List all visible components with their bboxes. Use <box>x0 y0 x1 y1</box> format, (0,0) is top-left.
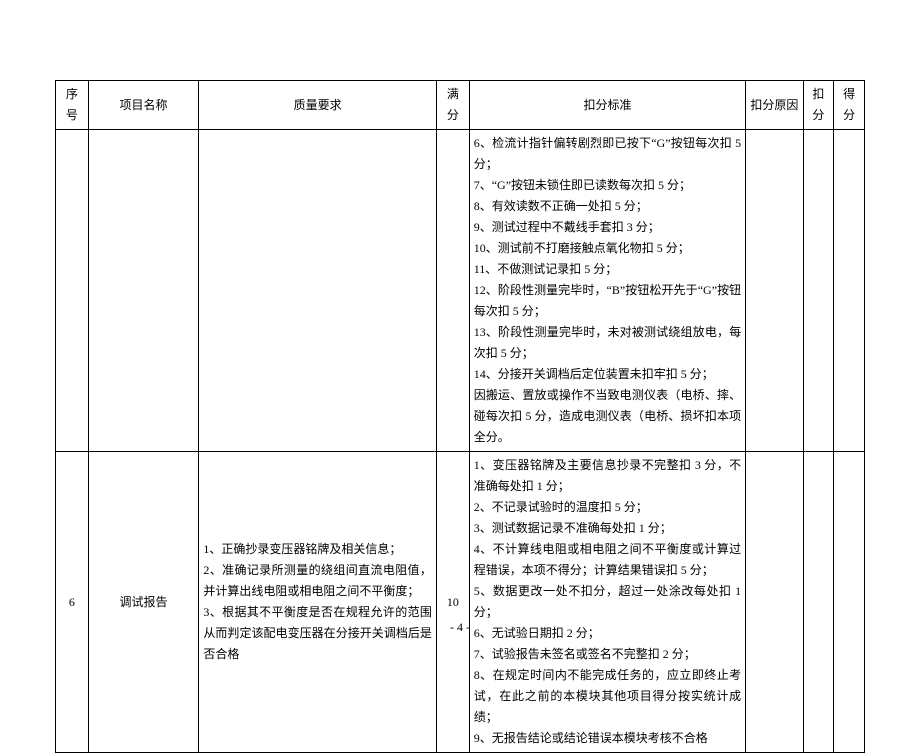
ded-item: 因搬运、置放或操作不当致电测仪表（电桥、摔、碰每次扣 5 分，造成电测仪表（电桥… <box>474 385 741 448</box>
cell-req: 1、正确抄录变压器铭牌及相关信息； 2、准确记录所测量的绕组间直流电阻值，并计算… <box>199 452 437 753</box>
cell-kf <box>803 452 834 753</box>
header-df: 得分 <box>834 81 865 130</box>
req-item: 1、正确抄录变压器铭牌及相关信息； <box>203 539 432 560</box>
header-ded: 扣分标准 <box>469 81 745 130</box>
cell-seq <box>56 130 89 452</box>
cell-df <box>834 130 865 452</box>
scoring-table: 序号 项目名称 质量要求 满分 扣分标准 扣分原因 扣分 得分 6、检流计指针偏… <box>55 80 865 753</box>
ded-item: 6、检流计指针偏转剧烈即已按下“G”按钮每次扣 5 分； <box>474 133 741 175</box>
ded-item: 13、阶段性测量完毕时，未对被测试绕组放电，每次扣 5 分； <box>474 322 741 364</box>
cell-full <box>436 130 469 452</box>
ded-item: 8、有效读数不正确一处扣 5 分； <box>474 196 741 217</box>
cell-kf <box>803 130 834 452</box>
table-row: 6、检流计指针偏转剧烈即已按下“G”按钮每次扣 5 分； 7、“G”按钮未锁住即… <box>56 130 865 452</box>
cell-name: 调试报告 <box>88 452 199 753</box>
cell-full: 10 <box>436 452 469 753</box>
req-item: 2、准确记录所测量的绕组间直流电阻值，并计算出线电阻或相电阻之间不平衡度； <box>203 560 432 602</box>
cell-name <box>88 130 199 452</box>
ded-item: 1、变压器铭牌及主要信息抄录不完整扣 3 分，不准确每处扣 1 分； <box>474 455 741 497</box>
ded-item: 7、试验报告未签名或签名不完整扣 2 分； <box>474 644 741 665</box>
cell-df <box>834 452 865 753</box>
header-kf: 扣分 <box>803 81 834 130</box>
ded-item: 2、不记录试验时的温度扣 5 分； <box>474 497 741 518</box>
cell-ded: 1、变压器铭牌及主要信息抄录不完整扣 3 分，不准确每处扣 1 分； 2、不记录… <box>469 452 745 753</box>
ded-item: 3、测试数据记录不准确每处扣 1 分； <box>474 518 741 539</box>
table-header-row: 序号 项目名称 质量要求 满分 扣分标准 扣分原因 扣分 得分 <box>56 81 865 130</box>
ded-item: 12、阶段性测量完毕时，“B”按钮松开先于“G”按钮每次扣 5 分； <box>474 280 741 322</box>
page-number: - 4 - <box>0 620 920 635</box>
ded-item: 9、测试过程中不戴线手套扣 3 分； <box>474 217 741 238</box>
ded-item: 14、分接开关调档后定位装置未扣牢扣 5 分； <box>474 364 741 385</box>
header-name: 项目名称 <box>88 81 199 130</box>
cell-seq: 6 <box>56 452 89 753</box>
ded-item: 11、不做测试记录扣 5 分； <box>474 259 741 280</box>
ded-item: 10、测试前不打磨接触点氧化物扣 5 分； <box>474 238 741 259</box>
cell-ded: 6、检流计指针偏转剧烈即已按下“G”按钮每次扣 5 分； 7、“G”按钮未锁住即… <box>469 130 745 452</box>
cell-req <box>199 130 437 452</box>
ded-item: 8、在规定时间内不能完成任务的，应立即终止考试，在此之前的本模块其他项目得分按实… <box>474 665 741 728</box>
cell-reason <box>746 130 803 452</box>
header-reason: 扣分原因 <box>746 81 803 130</box>
header-seq: 序号 <box>56 81 89 130</box>
ded-item: 9、无报告结论或结论错误本模块考核不合格 <box>474 728 741 749</box>
header-req: 质量要求 <box>199 81 437 130</box>
ded-item: 5、数据更改一处不扣分，超过一处涂改每处扣 1 分； <box>474 581 741 623</box>
ded-item: 4、不计算线电阻或相电阻之间不平衡度或计算过程错误，本项不得分；计算结果错误扣 … <box>474 539 741 581</box>
table-row: 6 调试报告 1、正确抄录变压器铭牌及相关信息； 2、准确记录所测量的绕组间直流… <box>56 452 865 753</box>
cell-reason <box>746 452 803 753</box>
header-full: 满分 <box>436 81 469 130</box>
ded-item: 7、“G”按钮未锁住即已读数每次扣 5 分； <box>474 175 741 196</box>
